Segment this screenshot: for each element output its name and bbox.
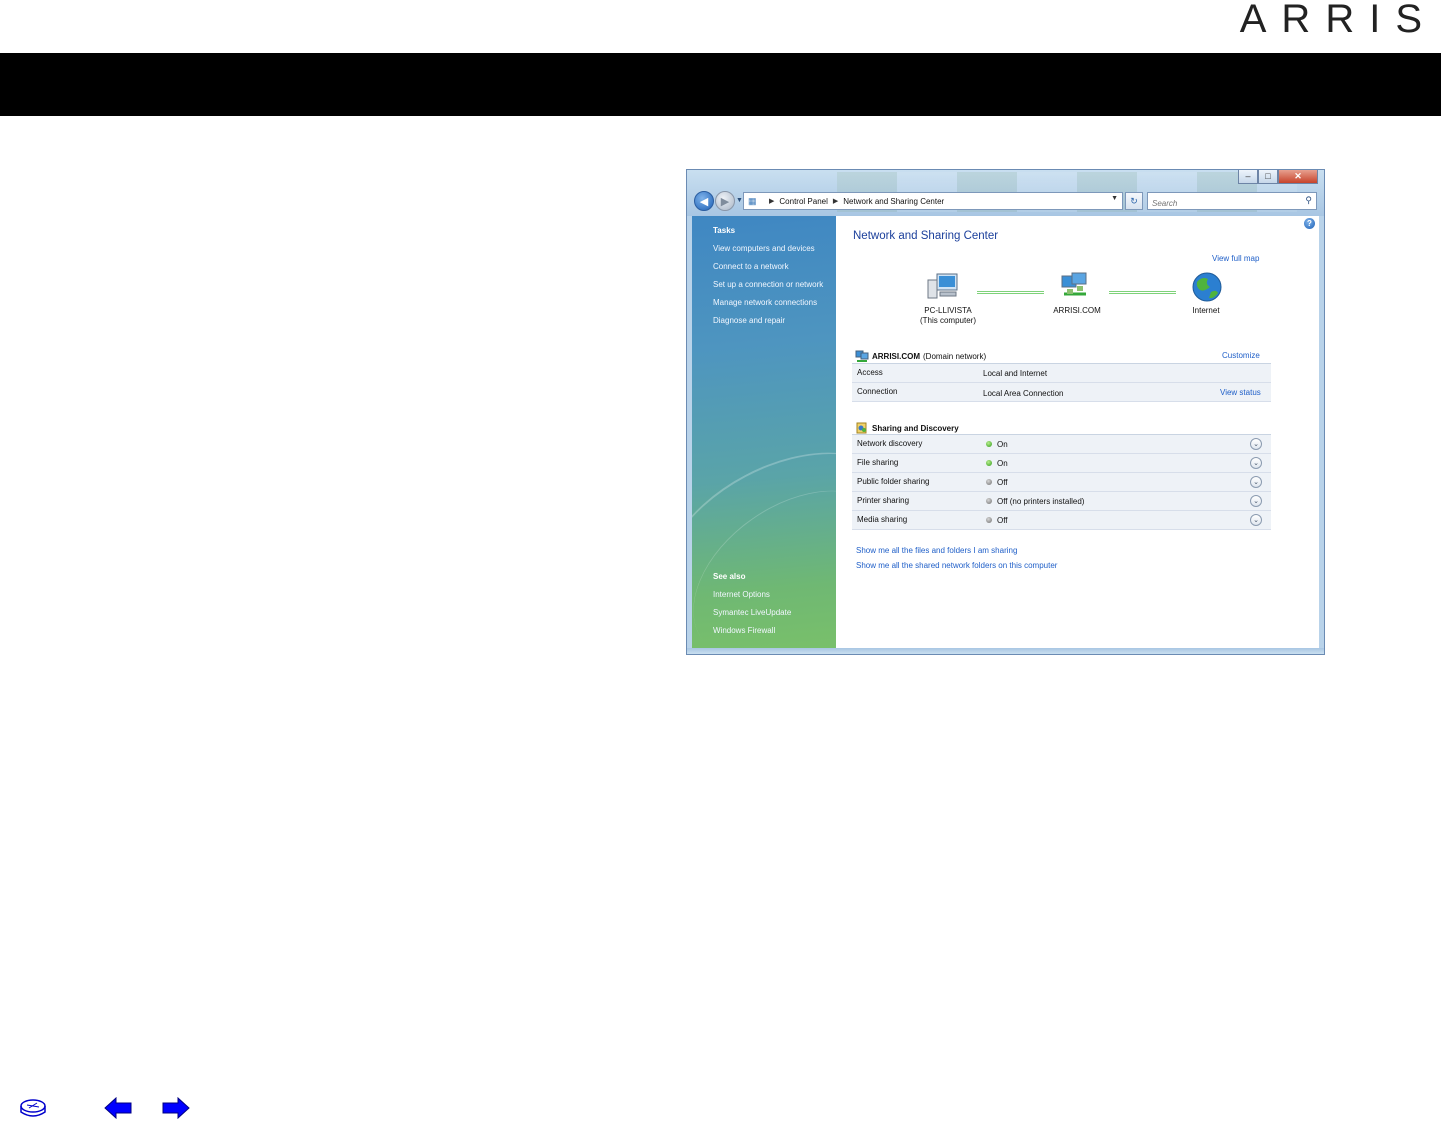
control-panel-icon: ▦	[748, 196, 757, 206]
task-manage-connections[interactable]: Manage network connections	[713, 298, 817, 307]
row-value: On	[997, 440, 1008, 449]
search-box: ⚲	[1147, 192, 1317, 212]
row-key: Printer sharing	[857, 496, 910, 505]
row-key: Network discovery	[857, 439, 923, 448]
arris-logo: ARRIS	[1239, 0, 1437, 41]
status-off-icon	[986, 517, 992, 523]
map-link-line	[1109, 291, 1176, 294]
help-icon[interactable]: ?	[1304, 218, 1315, 229]
table-row: Public folder sharing Off ⌄	[852, 473, 1271, 492]
sharing-table: Network discovery On ⌄ File sharing On ⌄…	[852, 434, 1271, 530]
sharing-section-heading: Sharing and Discovery	[855, 422, 962, 434]
maximize-button[interactable]: □	[1258, 170, 1278, 184]
network-sharing-center-window: – □ ✕ ◀ ▶ ▼ ▦ ▶ Control Panel ▶ Network …	[686, 169, 1325, 655]
show-shared-folders-link[interactable]: Show me all the shared network folders o…	[856, 561, 1057, 570]
table-row: Network discovery On ⌄	[852, 435, 1271, 454]
network-icon	[1061, 272, 1087, 296]
left-arrow-icon[interactable]	[104, 1097, 132, 1119]
breadcrumb-network-sharing[interactable]: Network and Sharing Center	[843, 197, 944, 206]
status-on-icon	[986, 441, 992, 447]
row-value: On	[997, 459, 1008, 468]
page-title: Network and Sharing Center	[853, 230, 999, 242]
computer-icon	[927, 273, 958, 299]
row-value: Off (no printers installed)	[997, 497, 1085, 506]
search-icon[interactable]: ⚲	[1305, 195, 1312, 206]
customize-link[interactable]: Customize	[1222, 351, 1260, 360]
refresh-icon[interactable]: ↻	[1125, 192, 1143, 210]
row-value: Local and Internet	[983, 369, 1048, 378]
task-connect-network[interactable]: Connect to a network	[713, 262, 789, 271]
window-titlebar: – □ ✕ ◀ ▶ ▼ ▦ ▶ Control Panel ▶ Network …	[687, 170, 1324, 216]
expand-chevron-icon[interactable]: ⌄	[1250, 457, 1262, 469]
right-arrow-icon[interactable]	[162, 1097, 190, 1119]
row-key: Access	[857, 368, 883, 377]
breadcrumb-separator-icon: ▶	[769, 198, 775, 205]
table-row: Printer sharing Off (no printers install…	[852, 492, 1271, 511]
map-internet-name: Internet	[1192, 306, 1220, 315]
row-key: File sharing	[857, 458, 899, 467]
map-computer-name: PC-LLIVISTA	[924, 306, 972, 315]
network-details-table: Access Local and Internet Connection Loc…	[852, 363, 1271, 402]
task-view-computers[interactable]: View computers and devices	[713, 244, 815, 253]
address-bar[interactable]: ▦ ▶ Control Panel ▶ Network and Sharing …	[743, 192, 1123, 210]
task-diagnose-repair[interactable]: Diagnose and repair	[713, 316, 785, 325]
network-home-icon[interactable]	[18, 1097, 48, 1121]
row-value: Off	[997, 516, 1008, 525]
history-dropdown-icon[interactable]: ▼	[736, 197, 743, 204]
expand-chevron-icon[interactable]: ⌄	[1250, 514, 1262, 526]
row-key: Media sharing	[857, 515, 908, 524]
network-type: (Domain network)	[923, 351, 987, 361]
expand-chevron-icon[interactable]: ⌄	[1250, 495, 1262, 507]
map-network-name: ARRISI.COM	[1053, 306, 1101, 315]
sharing-icon	[855, 422, 869, 434]
row-key: Connection	[857, 387, 898, 396]
map-computer-sub: (This computer)	[919, 316, 976, 325]
see-also-symantec-liveupdate[interactable]: Symantec LiveUpdate	[713, 608, 791, 617]
row-value: Off	[997, 478, 1008, 487]
close-button[interactable]: ✕	[1278, 170, 1318, 184]
network-section-heading: ARRISI.COM (Domain network)	[855, 350, 986, 362]
row-value: Local Area Connection	[983, 389, 1064, 398]
caption-buttons: – □ ✕	[1238, 170, 1318, 184]
status-on-icon	[986, 460, 992, 466]
status-off-icon	[986, 479, 992, 485]
see-also-windows-firewall[interactable]: Windows Firewall	[713, 626, 775, 635]
window-bottom-border	[687, 648, 1324, 654]
domain-network-icon	[855, 350, 869, 362]
sharing-heading: Sharing and Discovery	[872, 423, 959, 433]
tasks-heading: Tasks	[713, 226, 736, 235]
see-also-internet-options[interactable]: Internet Options	[713, 590, 770, 599]
table-row: Access Local and Internet	[852, 364, 1271, 383]
main-content: ? Network and Sharing Center View full m…	[836, 216, 1319, 650]
internet-globe-icon	[1192, 272, 1222, 302]
view-status-link[interactable]: View status	[1220, 388, 1261, 397]
back-arrow-icon[interactable]: ◀	[694, 191, 714, 211]
search-input[interactable]	[1148, 195, 1288, 212]
network-name: ARRISI.COM	[872, 351, 920, 361]
address-dropdown-icon[interactable]: ▼	[1111, 195, 1118, 202]
table-row: File sharing On ⌄	[852, 454, 1271, 473]
table-row: Media sharing Off ⌄	[852, 511, 1271, 530]
header-bar	[0, 53, 1441, 116]
task-pane: Tasks View computers and devices Connect…	[692, 216, 836, 650]
minimize-button[interactable]: –	[1238, 170, 1258, 184]
expand-chevron-icon[interactable]: ⌄	[1250, 438, 1262, 450]
view-full-map-link[interactable]: View full map	[1212, 254, 1259, 263]
expand-chevron-icon[interactable]: ⌄	[1250, 476, 1262, 488]
task-setup-connection[interactable]: Set up a connection or network	[713, 280, 823, 289]
forward-arrow-icon[interactable]: ▶	[715, 191, 735, 211]
show-shared-files-link[interactable]: Show me all the files and folders I am s…	[856, 546, 1017, 555]
breadcrumb-separator-icon: ▶	[832, 198, 839, 205]
breadcrumb-control-panel[interactable]: Control Panel	[779, 197, 827, 206]
see-also-heading: See also	[713, 572, 746, 581]
row-key: Public folder sharing	[857, 477, 930, 486]
map-link-line	[977, 291, 1044, 294]
table-row: Connection Local Area Connection View st…	[852, 383, 1271, 402]
status-off-icon	[986, 498, 992, 504]
